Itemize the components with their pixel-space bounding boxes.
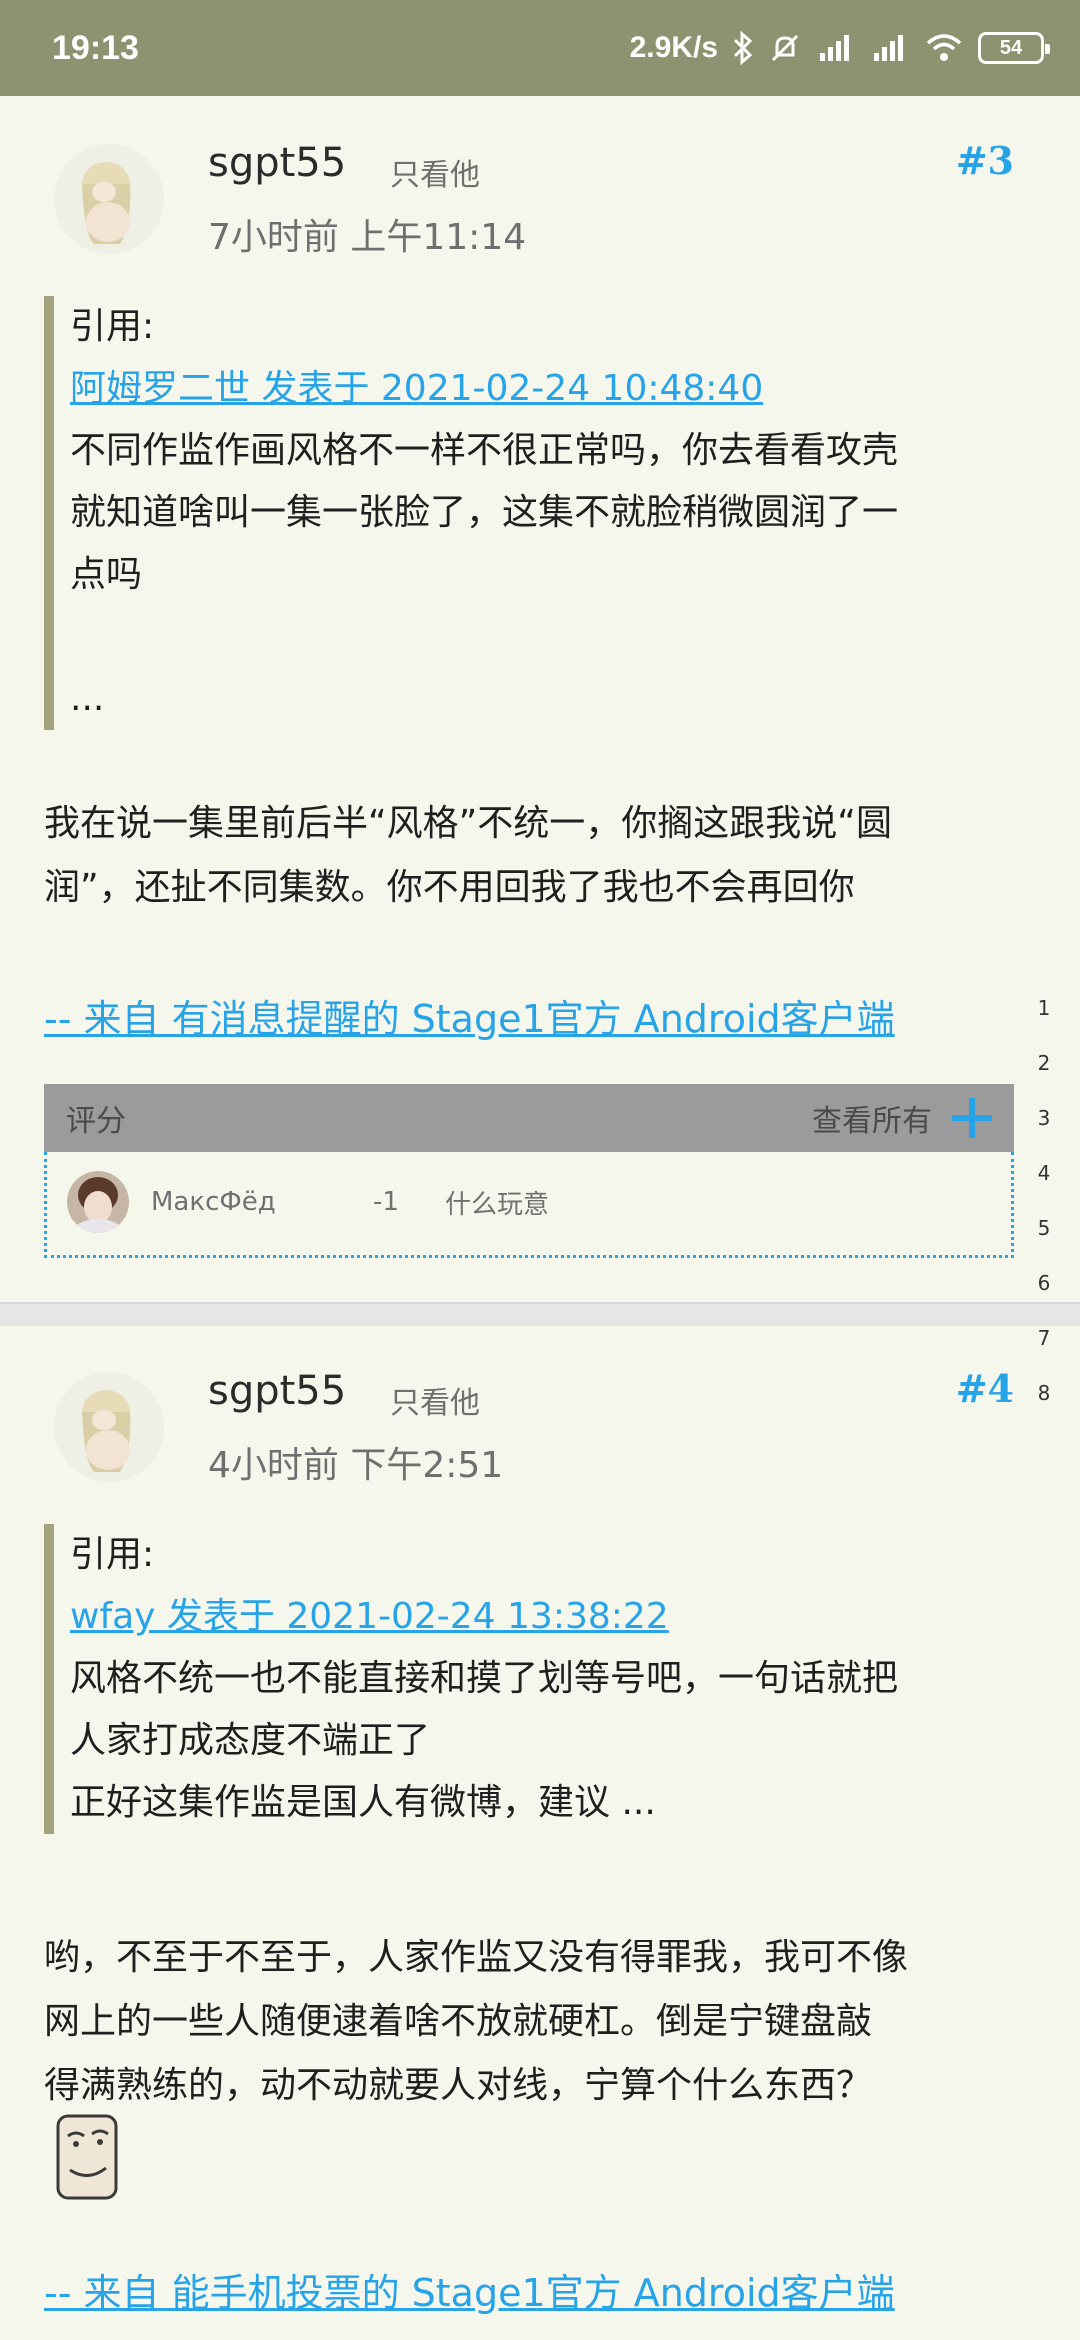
line-number: 1 [1037, 996, 1051, 1020]
body-line: 我在说一集里前后半“风格”不统一，你搁这跟我说“圆 [44, 803, 892, 844]
signal-r-icon [874, 35, 903, 61]
network-speed: 2.9K/s [629, 31, 718, 64]
status-bar: 19:13 2.9K/s 54 [0, 0, 1080, 96]
battery-level: 54 [999, 36, 1023, 59]
line-number: 3 [1037, 1106, 1051, 1130]
line-number: 2 [1037, 1051, 1051, 1075]
quote-line: ... [70, 678, 105, 719]
line-number: 5 [1037, 1216, 1051, 1240]
post-divider [0, 1302, 1080, 1326]
body-line: 哟，不至于不至于，人家作监又没有得罪我，我可不像 [44, 1937, 909, 1978]
post-body: 我在说一集里前后半“风格”不统一，你搁这跟我说“圆 润”，还扯不同集数。你不用回… [44, 792, 1034, 920]
quote-line: 就知道啥叫一集一张脸了，这集不就脸稍微圆润了一 [70, 492, 899, 533]
rating-title: 评分 [66, 1104, 126, 1139]
quote-source-link[interactable]: 阿姆罗二世 发表于 2021-02-24 10:48:40 [70, 358, 1024, 420]
avatar-image [54, 144, 164, 254]
line-number: 4 [1037, 1161, 1051, 1185]
wifi-icon [926, 34, 962, 61]
line-number-gutter: 1 2 3 4 5 6 7 8 [1030, 996, 1058, 1436]
quote-block: 引用: wfay 发表于 2021-02-24 13:38:22 风格不统一也不… [44, 1524, 1024, 1834]
status-icons: 2.9K/s 54 [629, 31, 1050, 65]
quote-source-link[interactable]: wfay 发表于 2021-02-24 13:38:22 [70, 1586, 1024, 1648]
quote-line: 不同作监作画风格不一样不很正常吗，你去看看攻壳 [70, 430, 899, 471]
username[interactable]: sgpt55 [208, 140, 346, 186]
rating-row[interactable]: МаксФёд -1 什么玩意 [47, 1152, 1011, 1252]
client-source-link[interactable]: -- 来自 能手机投票的 Stage1官方 Android客户端 [44, 2262, 895, 2317]
status-time: 19:13 [52, 28, 139, 67]
client-source-link[interactable]: -- 来自 有消息提醒的 Stage1官方 Android客户端 [44, 988, 895, 1043]
battery-icon: 54 [978, 32, 1050, 64]
floor-number: #3 [955, 138, 1014, 183]
quote-line: 风格不统一也不能直接和摸了划等号吧，一句话就把 [70, 1658, 899, 1699]
only-him-button[interactable]: 只看他 [390, 150, 480, 194]
add-rating-icon[interactable] [952, 1098, 992, 1138]
line-number: 8 [1037, 1381, 1051, 1405]
post-card: sgpt55 只看他 #3 7小时前 上午11:14 引用: 阿姆罗二世 发表于… [0, 96, 1080, 1302]
face-sticker-icon [54, 2112, 120, 2202]
view-all-ratings-button[interactable]: 查看所有 [812, 1096, 932, 1140]
username[interactable]: sgpt55 [208, 1368, 346, 1414]
avatar-image [54, 1372, 164, 1482]
mute-bell-icon [771, 34, 799, 62]
quote-line: 正好这集作监是国人有微博，建议 ... [70, 1782, 656, 1823]
line-number: 7 [1037, 1326, 1051, 1350]
body-line: 润”，还扯不同集数。你不用回我了我也不会再回你 [44, 867, 855, 908]
post-time: 7小时前 上午11:14 [208, 217, 527, 258]
only-him-button[interactable]: 只看他 [390, 1378, 480, 1422]
post-body: 哟，不至于不至于，人家作监又没有得罪我，我可不像 网上的一些人随便逮着啥不放就硬… [44, 1926, 1034, 2118]
rating-avatar[interactable] [67, 1171, 129, 1233]
bluetooth-icon [733, 31, 753, 65]
rating-list: МаксФёд -1 什么玩意 [44, 1152, 1014, 1258]
avatar[interactable] [54, 144, 164, 254]
post-card: sgpt55 只看他 #4 4小时前 下午2:51 引用: wfay 发表于 2… [0, 1326, 1080, 2340]
floor-number: #4 [955, 1366, 1014, 1411]
rating-comment: 什么玩意 [445, 1189, 550, 1220]
quote-line: 人家打成态度不端正了 [70, 1720, 431, 1761]
quote-label: 引用: [70, 1534, 155, 1575]
body-line: 网上的一些人随便逮着啥不放就硬杠。倒是宁键盘敲 [44, 2001, 873, 2042]
rating-score: -1 [373, 1187, 399, 1217]
rating-avatar-image [67, 1171, 129, 1233]
rating-header: 评分 查看所有 [44, 1084, 1014, 1152]
quote-block: 引用: 阿姆罗二世 发表于 2021-02-24 10:48:40 不同作监作画… [44, 296, 1024, 730]
quote-line [70, 606, 1024, 668]
rating-username[interactable]: МаксФёд [151, 1187, 373, 1217]
line-number: 6 [1037, 1271, 1051, 1295]
quote-label: 引用: [70, 306, 155, 347]
post-time: 4小时前 下午2:51 [208, 1445, 504, 1486]
avatar[interactable] [54, 1372, 164, 1482]
rating-actions: 查看所有 [812, 1096, 992, 1140]
quote-line: 点吗 [70, 554, 143, 595]
body-line: 得满熟练的，动不动就要人对线，宁算个什么东西？ [44, 2065, 873, 2106]
signal-hd-icon [820, 35, 849, 61]
